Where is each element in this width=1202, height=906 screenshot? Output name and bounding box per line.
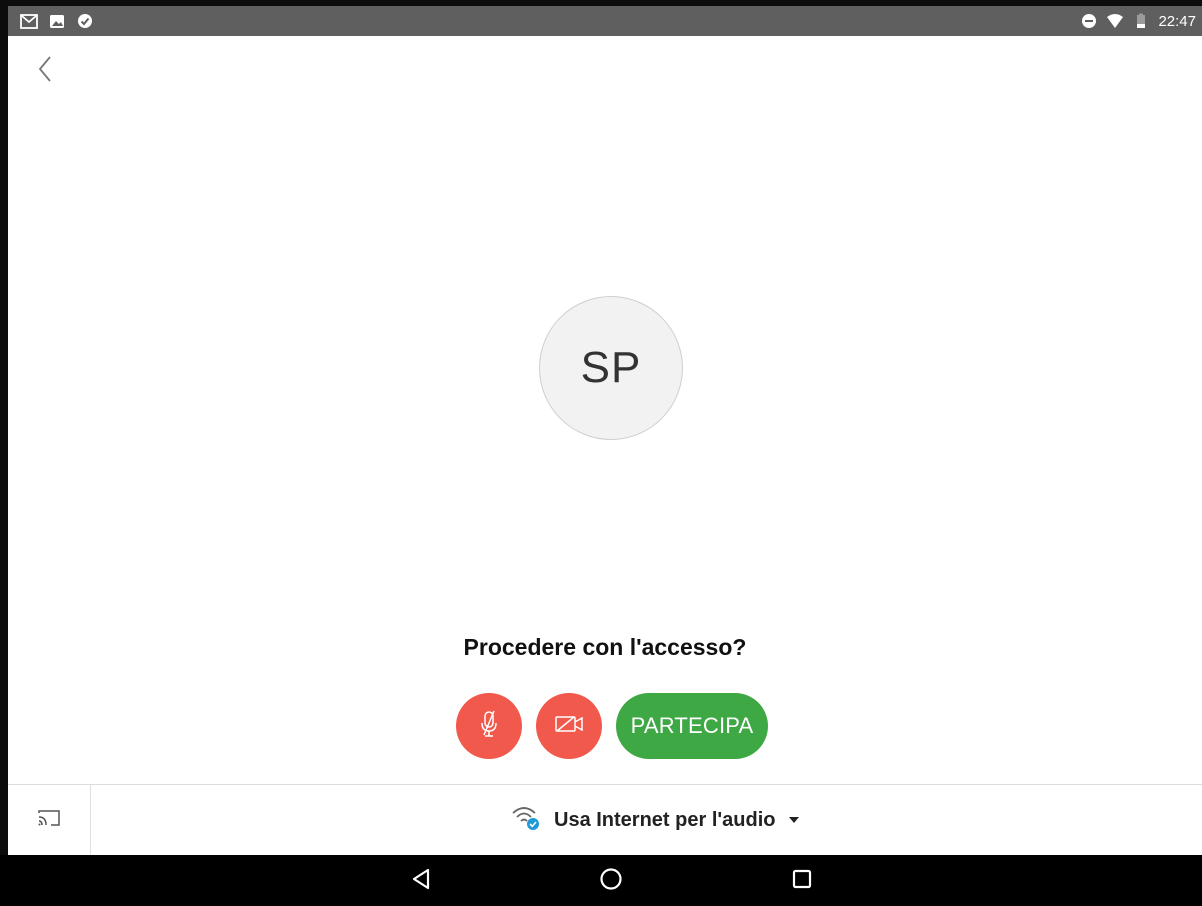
do-not-disturb-icon [1080,12,1098,30]
join-button[interactable]: PARTECIPA [616,693,768,759]
system-icons: 22:47 [1080,12,1196,30]
mute-button[interactable] [456,693,522,759]
video-off-icon [553,712,585,741]
audio-option-label: Usa Internet per l'audio [554,808,776,831]
status-time: 22:47 [1158,12,1196,30]
internet-audio-icon [510,805,542,836]
video-button[interactable] [536,693,602,759]
nav-recents-icon [792,869,812,894]
battery-icon [1132,12,1150,30]
join-controls: PARTECIPA [456,693,768,759]
wifi-icon [1106,12,1124,30]
nav-home-icon [599,867,623,896]
join-prompt: Procedere con l'accesso? [463,634,747,660]
gmail-icon [20,12,38,30]
nav-recents-button[interactable] [789,868,815,894]
notification-icons [20,12,94,30]
cast-button[interactable] [8,785,91,855]
nav-back-button[interactable] [408,868,434,894]
caret-down-icon [789,817,800,823]
device-frame: 22:47 SP Procedere con l'accesso? PARTEC… [0,0,1202,906]
nav-back-icon [411,868,431,895]
mic-off-icon [475,708,503,745]
back-button[interactable] [30,55,60,88]
sync-icon [76,12,94,30]
nav-home-button[interactable] [598,867,624,896]
cast-icon [37,808,61,833]
audio-option-dropdown[interactable]: Usa Internet per l'audio [510,805,800,836]
bottom-bar: Usa Internet per l'audio [8,784,1202,855]
navigation-bar [0,855,1202,906]
status-bar: 22:47 [8,6,1202,36]
avatar: SP [539,296,683,440]
image-icon [48,12,66,30]
chevron-left-icon [37,55,53,88]
pre-join-screen: SP Procedere con l'accesso? PARTECIPA Us… [8,36,1202,855]
